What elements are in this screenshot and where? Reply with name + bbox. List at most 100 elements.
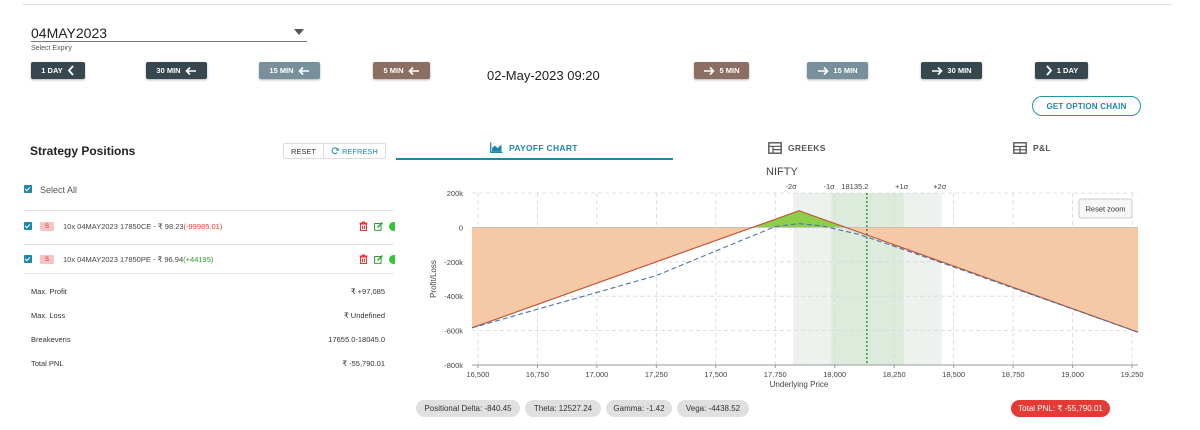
- arrow-left-icon: [184, 66, 196, 75]
- get-option-chain-button[interactable]: GET OPTION CHAIN: [1032, 96, 1141, 116]
- sigma-label: -2σ: [785, 182, 797, 191]
- trash-icon[interactable]: [359, 254, 368, 264]
- strategy-positions-title: Strategy Positions: [30, 144, 136, 158]
- profit-area: [752, 210, 846, 228]
- reset-refresh-group: RESET REFRESH: [283, 143, 386, 159]
- edit-icon[interactable]: [374, 221, 383, 231]
- divider: [24, 273, 394, 274]
- theta-pill: Theta: 12527.24: [525, 400, 601, 417]
- expiry-label: Select Expiry: [31, 45, 72, 52]
- select-all-checkbox[interactable]: [24, 185, 32, 193]
- fwd-15-min-label: 15 MIN: [833, 66, 858, 75]
- two-sigma-band: [793, 193, 942, 365]
- y-tick-label: 200k: [447, 189, 464, 198]
- tab-greeks-label: GREEKS: [788, 143, 826, 153]
- y-tick-label: -400k: [444, 292, 463, 301]
- total-pnl-pill: Total PNL: ₹ -55,790.01: [1011, 400, 1110, 417]
- tab-greeks[interactable]: GREEKS: [768, 142, 826, 154]
- position-row: S 10x 04MAY2023 17850PE - ₹ 96.94(+44195…: [24, 251, 395, 267]
- x-tick-label: 16,500: [466, 370, 489, 379]
- reset-button[interactable]: RESET: [284, 144, 325, 158]
- current-time: 02-May-2023 09:20: [487, 68, 600, 83]
- divider: [24, 244, 394, 245]
- tab-payoff-chart[interactable]: PAYOFF CHART: [490, 142, 578, 153]
- fwd-30-min-button[interactable]: 30 MIN: [921, 62, 982, 79]
- position-actions: [359, 221, 395, 231]
- tab-pnl-label: P&L: [1033, 143, 1051, 153]
- edit-icon[interactable]: [374, 254, 383, 264]
- caret-down-icon: [294, 29, 304, 35]
- tab-pnl[interactable]: P&L: [1013, 142, 1051, 154]
- current-price-label: 18135.2: [841, 182, 868, 191]
- gamma-pill: Gamma: -1.42: [606, 400, 672, 417]
- chevron-right-icon: [1046, 65, 1053, 76]
- back-15-min-label: 15 MIN: [269, 66, 294, 75]
- refresh-icon: [331, 147, 339, 155]
- expiry-payoff-line: [471, 210, 1139, 333]
- positional-delta-pill: Positional Delta: -840.45: [416, 400, 520, 417]
- fwd-5-min-label: 5 MIN: [719, 66, 740, 75]
- refresh-button[interactable]: REFRESH: [324, 144, 385, 158]
- y-tick-label: 0: [459, 223, 463, 232]
- position-row: S 10x 04MAY2023 17850CE - ₹ 98.23(-99985…: [24, 218, 395, 234]
- t0-payoff-line: [471, 223, 1139, 333]
- trash-icon[interactable]: [359, 221, 368, 231]
- x-tick-label: 17,750: [764, 370, 787, 379]
- reset-zoom-button-bg: [1078, 198, 1133, 219]
- fwd-1-day-label: 1 DAY: [1056, 66, 1079, 75]
- y-tick-label: -600k: [444, 327, 463, 336]
- active-toggle[interactable]: [389, 254, 395, 264]
- arrow-right-icon: [818, 66, 830, 75]
- grid-icon: [1013, 142, 1027, 154]
- expiry-select[interactable]: 04MAY2023: [31, 22, 307, 42]
- position-pnl: (+44195): [183, 255, 214, 264]
- total-pnl-value: ₹ -55,790.01: [342, 359, 385, 368]
- arrow-left-icon: [407, 66, 419, 75]
- back-30-min-button[interactable]: 30 MIN: [146, 62, 207, 79]
- y-tick-label: -800k: [444, 361, 463, 370]
- top-divider: [22, 4, 1172, 5]
- x-tick-label: 19,250: [1121, 370, 1144, 379]
- fwd-30-min-label: 30 MIN: [947, 66, 972, 75]
- fwd-15-min-button[interactable]: 15 MIN: [807, 62, 868, 79]
- reset-zoom-label: Reset zoom: [1085, 205, 1125, 214]
- back-5-min-label: 5 MIN: [383, 66, 404, 75]
- max-loss-value: ₹ Undefined: [343, 311, 385, 320]
- position-pnl: (-99985.01): [183, 222, 223, 231]
- position-desc-text: 10x 04MAY2023 17850CE - ₹ 98.23: [63, 222, 184, 231]
- back-30-min-label: 30 MIN: [156, 66, 181, 75]
- max-profit-label: Max. Profit: [31, 287, 67, 296]
- expiry-value: 04MAY2023: [31, 25, 108, 41]
- active-tab-indicator: [396, 158, 673, 160]
- x-tick-label: 18,250: [883, 370, 906, 379]
- position-checkbox[interactable]: [24, 222, 32, 230]
- position-desc: 10x 04MAY2023 17850CE - ₹ 98.23(-99985.0…: [63, 222, 222, 231]
- x-tick-label: 16,750: [526, 370, 549, 379]
- loss-area-left: [472, 227, 753, 328]
- area-chart-icon: [490, 142, 503, 153]
- position-actions: [359, 254, 395, 264]
- back-5-min-button[interactable]: 5 MIN: [373, 62, 430, 79]
- x-tick-label: 19,000: [1061, 370, 1084, 379]
- max-loss-label: Max. Loss: [31, 311, 66, 320]
- fwd-1-day-button[interactable]: 1 DAY: [1035, 62, 1088, 79]
- back-1-day-label: 1 DAY: [41, 66, 63, 75]
- arrow-right-icon: [704, 66, 716, 75]
- position-checkbox[interactable]: [24, 255, 32, 263]
- arrow-left-icon: [297, 66, 309, 75]
- x-tick-label: 18,500: [942, 370, 965, 379]
- back-1-day-button[interactable]: 1 DAY: [31, 62, 85, 79]
- fwd-5-min-button[interactable]: 5 MIN: [694, 62, 749, 79]
- sell-badge: S: [40, 222, 54, 231]
- y-axis-title: Profit/Loss: [429, 260, 438, 298]
- sell-badge: S: [40, 255, 54, 264]
- vega-pill: Vega: -4438.52: [677, 400, 749, 417]
- refresh-label: REFRESH: [342, 146, 378, 156]
- back-15-min-button[interactable]: 15 MIN: [259, 62, 320, 79]
- x-tick-label: 17,500: [704, 370, 727, 379]
- breakevens-label: Breakevens: [31, 335, 71, 344]
- active-toggle[interactable]: [389, 221, 395, 231]
- max-profit-value: ₹ +97,085: [350, 287, 385, 296]
- x-tick-label: 17,000: [585, 370, 608, 379]
- arrow-right-icon: [932, 66, 944, 75]
